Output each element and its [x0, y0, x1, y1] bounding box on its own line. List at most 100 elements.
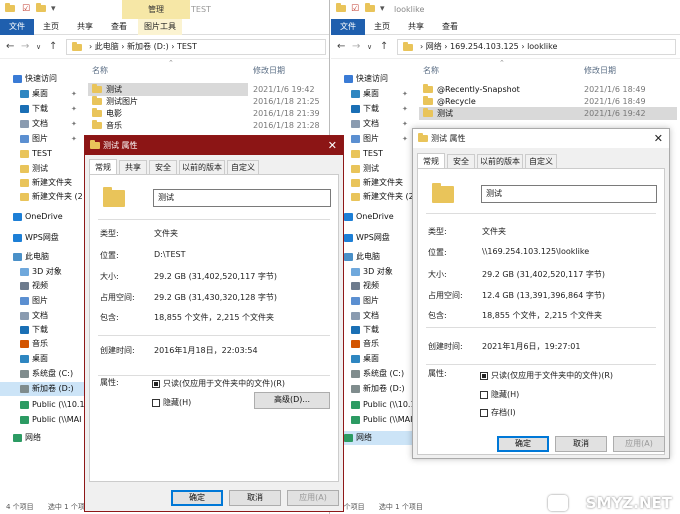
nav-item[interactable]: 图片 ✦: [0, 132, 84, 146]
file-row[interactable]: 测试 2021/1/6 19:42: [419, 107, 677, 120]
tab-view[interactable]: 查看: [435, 19, 465, 35]
properties-check-icon[interactable]: ☑: [22, 4, 30, 15]
breadcrumb-network[interactable]: 网络: [426, 42, 442, 51]
nav-item[interactable]: 新加卷 (D:): [0, 382, 84, 396]
breadcrumb-drive[interactable]: 新加卷 (D:): [127, 42, 169, 51]
cancel-button[interactable]: 取消: [555, 436, 607, 452]
nav-item[interactable]: 文档 ✦: [331, 117, 415, 131]
up-arrow-icon[interactable]: ↑: [380, 41, 388, 53]
nav-item[interactable]: 下载 ✦: [0, 102, 84, 116]
forward-arrow-icon[interactable]: →: [352, 41, 360, 53]
new-folder-icon[interactable]: [365, 3, 375, 15]
nav-item[interactable]: 下载: [0, 323, 84, 337]
pin-icon[interactable]: ✦: [402, 117, 408, 131]
nav-item[interactable]: 快速访问: [0, 72, 84, 86]
folder-name-input[interactable]: 测试: [481, 185, 657, 203]
qat-chevron-down-icon[interactable]: ▾: [380, 4, 385, 15]
column-header-date[interactable]: 修改日期: [253, 64, 285, 78]
nav-item[interactable]: 网络: [0, 431, 84, 445]
nav-item[interactable]: 视频: [0, 279, 84, 293]
tab-previous-versions[interactable]: 以前的版本: [477, 154, 523, 168]
ok-button[interactable]: 确定: [497, 436, 549, 452]
column-header-name[interactable]: 名称: [423, 64, 439, 78]
hidden-checkbox[interactable]: 隐藏(H): [480, 389, 519, 400]
nav-item[interactable]: 图片: [0, 294, 84, 308]
address-bar[interactable]: › 网络 › 169.254.103.125 › looklike: [397, 39, 676, 55]
nav-item[interactable]: Public (\\MAI: [0, 413, 84, 427]
nav-item[interactable]: 快速访问: [331, 72, 415, 86]
up-arrow-icon[interactable]: ↑: [49, 41, 57, 53]
nav-item[interactable]: 桌面 ✦: [331, 87, 415, 101]
nav-item[interactable]: Public (\\10.1: [0, 398, 85, 412]
hidden-checkbox[interactable]: 隐藏(H): [152, 397, 191, 408]
nav-item[interactable]: WPS网盘: [0, 231, 84, 245]
breadcrumb-this-pc[interactable]: 此电脑: [95, 42, 119, 51]
nav-item[interactable]: 新建文件夹: [0, 176, 84, 190]
folder-name-input[interactable]: 测试: [153, 189, 331, 207]
pin-icon[interactable]: ✦: [71, 132, 77, 146]
tab-share[interactable]: 共享: [70, 19, 100, 35]
close-icon[interactable]: ✕: [328, 136, 337, 155]
tab-view[interactable]: 查看: [104, 19, 134, 35]
nav-item-label: 下载: [363, 325, 379, 334]
readonly-checkbox[interactable]: 只读(仅应用于文件夹中的文件)(R): [480, 370, 613, 381]
nav-item[interactable]: TEST: [0, 147, 84, 161]
pin-icon[interactable]: ✦: [71, 117, 77, 131]
nav-item[interactable]: 下载 ✦: [331, 102, 415, 116]
readonly-checkbox[interactable]: 只读(仅应用于文件夹中的文件)(R): [152, 378, 285, 389]
recent-chevron-icon[interactable]: ∨: [367, 41, 372, 53]
nav-item[interactable]: 桌面: [0, 352, 84, 366]
back-arrow-icon[interactable]: ←: [6, 41, 14, 53]
column-header-date[interactable]: 修改日期: [584, 64, 616, 78]
properties-check-icon[interactable]: ☑: [351, 4, 359, 15]
back-arrow-icon[interactable]: ←: [337, 41, 345, 53]
nav-item[interactable]: 文档: [0, 309, 84, 323]
nav-item[interactable]: 音乐: [0, 337, 84, 351]
apply-button[interactable]: 应用(A): [287, 490, 339, 506]
tab-general[interactable]: 常规: [417, 153, 445, 168]
close-icon[interactable]: ✕: [654, 129, 663, 148]
tab-previous-versions[interactable]: 以前的版本: [179, 160, 225, 174]
tab-home[interactable]: 主页: [367, 19, 397, 35]
nav-item[interactable]: 桌面 ✦: [0, 87, 84, 101]
tab-security[interactable]: 安全: [149, 160, 177, 174]
pin-icon[interactable]: ✦: [71, 87, 77, 101]
nav-item[interactable]: 系统盘 (C:): [0, 367, 84, 381]
tab-file[interactable]: 文件: [0, 19, 34, 35]
nav-item[interactable]: 测试: [0, 162, 84, 176]
apply-button[interactable]: 应用(A): [613, 436, 665, 452]
advanced-button[interactable]: 高级(D)...: [254, 392, 330, 409]
tab-customize[interactable]: 自定义: [227, 160, 259, 174]
tab-home[interactable]: 主页: [36, 19, 66, 35]
tab-share[interactable]: 共享: [401, 19, 431, 35]
nav-item[interactable]: 此电脑: [0, 250, 84, 264]
forward-arrow-icon[interactable]: →: [21, 41, 29, 53]
nav-item[interactable]: OneDrive: [0, 210, 84, 224]
ok-button[interactable]: 确定: [171, 490, 223, 506]
cancel-button[interactable]: 取消: [229, 490, 281, 506]
tab-security[interactable]: 安全: [447, 154, 475, 168]
column-header-name[interactable]: 名称: [92, 64, 108, 78]
nav-item[interactable]: 3D 对象: [0, 265, 84, 279]
tab-general[interactable]: 常规: [89, 159, 117, 174]
file-row[interactable]: 音乐 2016/1/18 21:28: [88, 119, 320, 132]
qat-chevron-down-icon[interactable]: ▾: [51, 4, 56, 15]
nav-item[interactable]: 新建文件夹 (2: [0, 190, 84, 204]
address-bar[interactable]: › 此电脑 › 新加卷 (D:) › TEST: [66, 39, 326, 55]
new-folder-icon[interactable]: [36, 3, 46, 15]
pin-icon[interactable]: ✦: [402, 132, 408, 146]
breadcrumb-folder[interactable]: TEST: [177, 42, 197, 51]
pin-icon[interactable]: ✦: [71, 102, 77, 116]
breadcrumb-host[interactable]: 169.254.103.125: [450, 42, 519, 51]
tab-file[interactable]: 文件: [331, 19, 365, 35]
left-title-bar: ☑ ▾ 管理 TEST: [0, 0, 329, 19]
archive-checkbox[interactable]: 存档(I): [480, 407, 516, 418]
breadcrumb-share[interactable]: looklike: [527, 42, 557, 51]
recent-chevron-icon[interactable]: ∨: [36, 41, 41, 53]
pin-icon[interactable]: ✦: [402, 87, 408, 101]
nav-item[interactable]: 文档 ✦: [0, 117, 84, 131]
pin-icon[interactable]: ✦: [402, 102, 408, 116]
tab-customize[interactable]: 自定义: [525, 154, 557, 168]
tab-sharing[interactable]: 共享: [119, 160, 147, 174]
tab-picture-tools[interactable]: 图片工具: [138, 19, 182, 35]
